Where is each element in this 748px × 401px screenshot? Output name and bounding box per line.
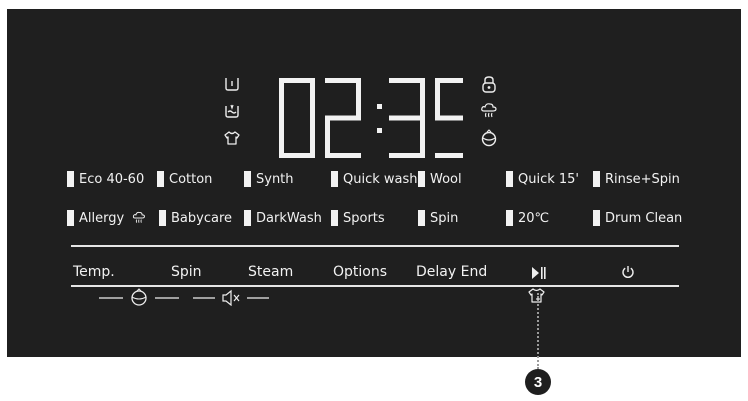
program-darkwash[interactable]: DarkWash — [244, 210, 322, 226]
program-label: Eco 40-60 — [79, 171, 145, 187]
steam-button[interactable]: Steam — [248, 264, 293, 280]
program-indicator — [418, 171, 425, 187]
program-indicator — [157, 171, 164, 187]
time-digit-segment — [435, 78, 440, 121]
program-label: Spin — [430, 210, 459, 226]
program-drum-clean[interactable]: Drum Clean — [593, 210, 682, 226]
play-pause-icon[interactable] — [531, 266, 547, 280]
program-label: Quick 15' — [518, 171, 580, 187]
time-digit-segment — [310, 78, 315, 121]
temp-button[interactable]: Temp. — [73, 264, 115, 280]
callout-badge: 3 — [525, 369, 551, 395]
drum-clean-icon — [99, 288, 179, 306]
shirt-icon — [223, 129, 241, 147]
time-digit-segment — [279, 78, 284, 121]
time-digit-segment — [389, 78, 425, 83]
control-divider-top — [71, 245, 679, 247]
program-label: Sports — [343, 210, 385, 226]
program-indicator — [418, 210, 425, 226]
time-digit-segment — [325, 78, 361, 83]
time-digit-segment — [310, 115, 315, 158]
program-indicator — [67, 210, 74, 226]
program-eco-40-60[interactable]: Eco 40-60 — [67, 171, 144, 187]
program-spin[interactable]: Spin — [418, 210, 458, 226]
program-indicator — [244, 210, 251, 226]
program-indicator — [593, 210, 600, 226]
program-indicator — [506, 210, 513, 226]
program-label: Allergy — [79, 210, 125, 226]
delay-end-button[interactable]: Delay End — [416, 264, 487, 280]
program-indicator — [506, 171, 513, 187]
program-sports[interactable]: Sports — [331, 210, 385, 226]
spin-button[interactable]: Spin — [171, 264, 202, 280]
allergy-steam-icon — [132, 211, 146, 225]
time-digit-segment — [420, 78, 425, 121]
program-synth[interactable]: Synth — [244, 171, 294, 187]
child-lock-icon — [480, 75, 498, 93]
program-indicator — [331, 210, 338, 226]
program-wool[interactable]: Wool — [418, 171, 462, 187]
callout-leader-line — [537, 293, 539, 369]
program-label: Cotton — [169, 171, 213, 187]
program-label: Rinse+Spin — [605, 171, 680, 187]
program-label: 20℃ — [518, 210, 550, 226]
drum-icon — [480, 129, 498, 147]
program-allergy[interactable]: Allergy — [67, 210, 146, 226]
program-label: Wool — [430, 171, 462, 187]
program-quick-15[interactable]: Quick 15' — [506, 171, 579, 187]
prewash-icon — [223, 102, 241, 120]
power-icon[interactable] — [621, 265, 635, 279]
time-digit-segment — [325, 153, 361, 158]
time-digit-segment — [325, 115, 330, 158]
time-digit-segment — [435, 115, 463, 121]
program-indicator — [331, 171, 338, 187]
program-indicator — [67, 171, 74, 187]
program-indicator — [159, 210, 166, 226]
time-colon — [377, 128, 382, 133]
program-indicator — [244, 171, 251, 187]
program-label: Babycare — [171, 210, 233, 226]
program-cotton[interactable]: Cotton — [157, 171, 212, 187]
time-digit-segment — [420, 115, 425, 158]
time-digit-segment — [389, 153, 425, 158]
program-rinse-spin[interactable]: Rinse+Spin — [593, 171, 680, 187]
mute-icon — [193, 288, 269, 306]
program-20c[interactable]: 20℃ — [506, 210, 549, 226]
time-digit-segment — [325, 115, 361, 121]
detergent-icon — [223, 75, 241, 93]
program-label: Synth — [256, 171, 294, 187]
time-digit-segment — [279, 115, 284, 158]
program-label: Quick wash — [343, 171, 418, 187]
time-digit-segment — [435, 153, 463, 158]
time-digit-segment — [356, 78, 361, 121]
program-quick-wash[interactable]: Quick wash — [331, 171, 418, 187]
time-digit-segment — [389, 115, 425, 121]
program-label: DarkWash — [256, 210, 322, 226]
control-divider-bottom — [71, 285, 679, 287]
time-digit-segment — [279, 78, 315, 83]
time-colon — [377, 104, 382, 109]
time-display — [279, 78, 463, 158]
steam-icon — [480, 102, 498, 120]
program-babycare[interactable]: Babycare — [159, 210, 232, 226]
program-label: Drum Clean — [605, 210, 683, 226]
control-panel: Eco 40-60 Cotton Synth Quick wash Wool Q… — [7, 9, 741, 357]
time-digit-segment — [279, 153, 315, 158]
program-indicator — [593, 171, 600, 187]
options-button[interactable]: Options — [333, 264, 387, 280]
